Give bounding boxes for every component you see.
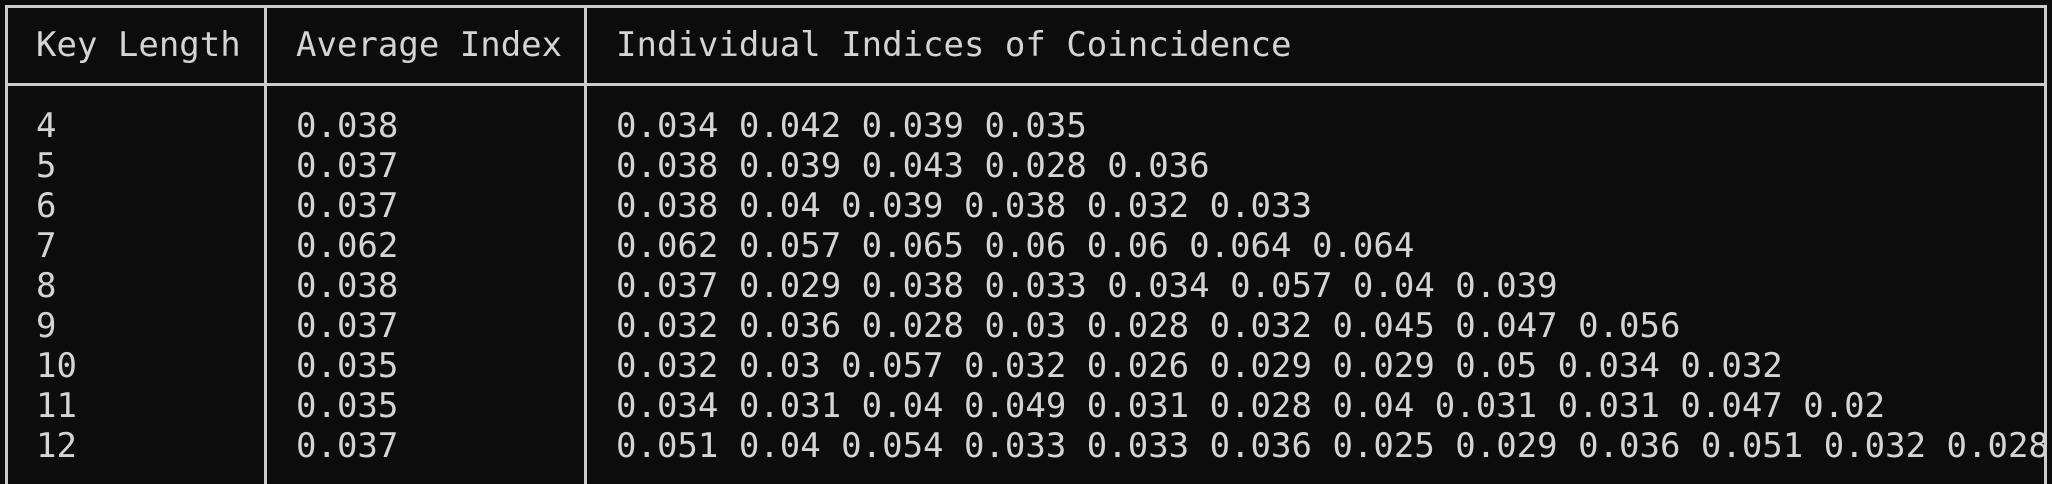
cell-average-index: 0.037 (296, 306, 399, 346)
terminal-window: Key Length Average Index Individual Indi… (0, 0, 2052, 484)
cell-individual-indices: 0.062 0.057 0.065 0.06 0.06 0.064 0.064 (616, 226, 1415, 266)
table-header-divider (5, 83, 2047, 86)
table-column-divider-1 (264, 5, 267, 484)
header-average-index: Average Index (296, 25, 563, 65)
cell-average-index: 0.038 (296, 106, 399, 146)
cell-individual-indices: 0.034 0.042 0.039 0.035 (616, 106, 1087, 146)
cell-key-length: 11 (36, 386, 77, 426)
table-top-border (5, 5, 2047, 8)
cell-key-length: 7 (36, 226, 57, 266)
cell-average-index: 0.037 (296, 146, 399, 186)
cell-average-index: 0.062 (296, 226, 399, 266)
table-left-border (5, 5, 8, 484)
cell-key-length: 10 (36, 346, 77, 386)
cell-average-index: 0.035 (296, 386, 399, 426)
cell-key-length: 8 (36, 266, 57, 306)
cell-key-length: 4 (36, 106, 57, 146)
cell-individual-indices: 0.038 0.04 0.039 0.038 0.032 0.033 (616, 186, 1312, 226)
cell-average-index: 0.037 (296, 186, 399, 226)
cell-individual-indices: 0.038 0.039 0.043 0.028 0.036 (616, 146, 1210, 186)
cell-individual-indices: 0.037 0.029 0.038 0.033 0.034 0.057 0.04… (616, 266, 1558, 306)
table-right-border (2044, 5, 2047, 484)
header-individual-indices: Individual Indices of Coincidence (616, 25, 1292, 65)
cell-key-length: 5 (36, 146, 57, 186)
cell-individual-indices: 0.051 0.04 0.054 0.033 0.033 0.036 0.025… (616, 426, 2049, 466)
cell-key-length: 12 (36, 426, 77, 466)
cell-key-length: 6 (36, 186, 57, 226)
cell-individual-indices: 0.032 0.036 0.028 0.03 0.028 0.032 0.045… (616, 306, 1681, 346)
header-key-length: Key Length (36, 25, 241, 65)
table-column-divider-2 (584, 5, 587, 484)
cell-individual-indices: 0.034 0.031 0.04 0.049 0.031 0.028 0.04 … (616, 386, 1886, 426)
cell-average-index: 0.035 (296, 346, 399, 386)
cell-key-length: 9 (36, 306, 57, 346)
cell-average-index: 0.038 (296, 266, 399, 306)
cell-average-index: 0.037 (296, 426, 399, 466)
cell-individual-indices: 0.032 0.03 0.057 0.032 0.026 0.029 0.029… (616, 346, 1783, 386)
